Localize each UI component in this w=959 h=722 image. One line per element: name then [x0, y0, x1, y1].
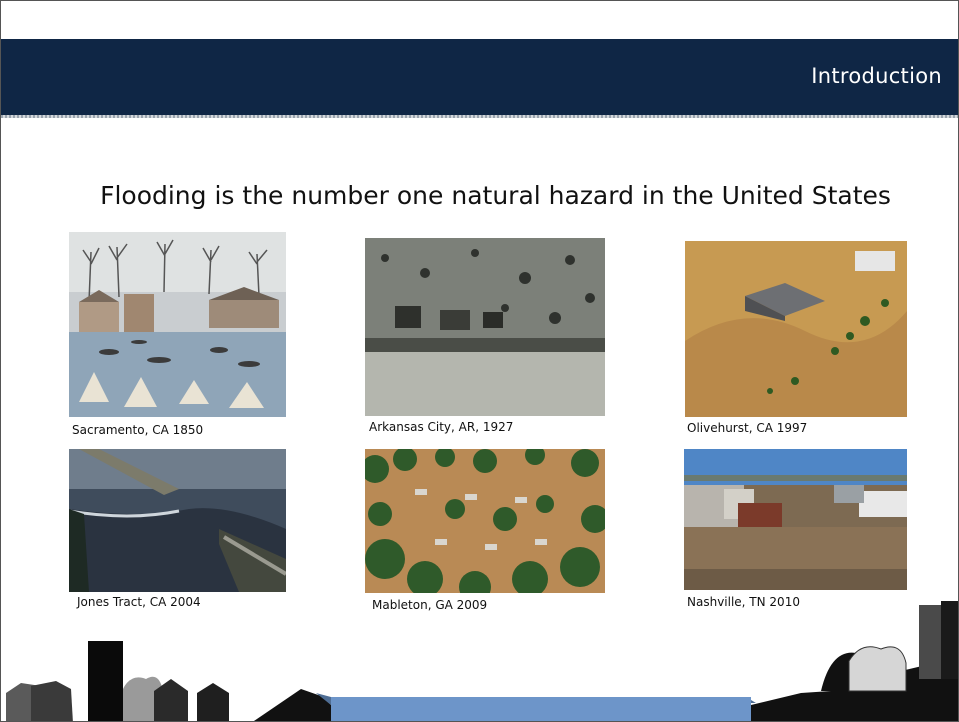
header-divider: [1, 115, 958, 118]
photo-sacramento: [69, 232, 286, 417]
left-tower: [88, 641, 123, 721]
slide-heading: Flooding is the number one natural hazar…: [100, 181, 891, 210]
footer-illustration: [6, 601, 958, 721]
photo-nashville: [684, 449, 907, 590]
caption-olivehurst: Olivehurst, CA 1997: [687, 421, 808, 435]
caption-sacramento: Sacramento, CA 1850: [72, 423, 204, 437]
river-water: [331, 697, 751, 721]
slide-section-title: Introduction: [811, 64, 942, 88]
photo-arkansas-city: [365, 238, 605, 416]
photo-jones-tract: [69, 449, 286, 592]
slide: Introduction Flooding is the number one …: [0, 0, 959, 722]
caption-arkansas-city: Arkansas City, AR, 1927: [369, 420, 514, 434]
photo-olivehurst: [685, 241, 907, 417]
photo-mableton: [365, 449, 605, 593]
